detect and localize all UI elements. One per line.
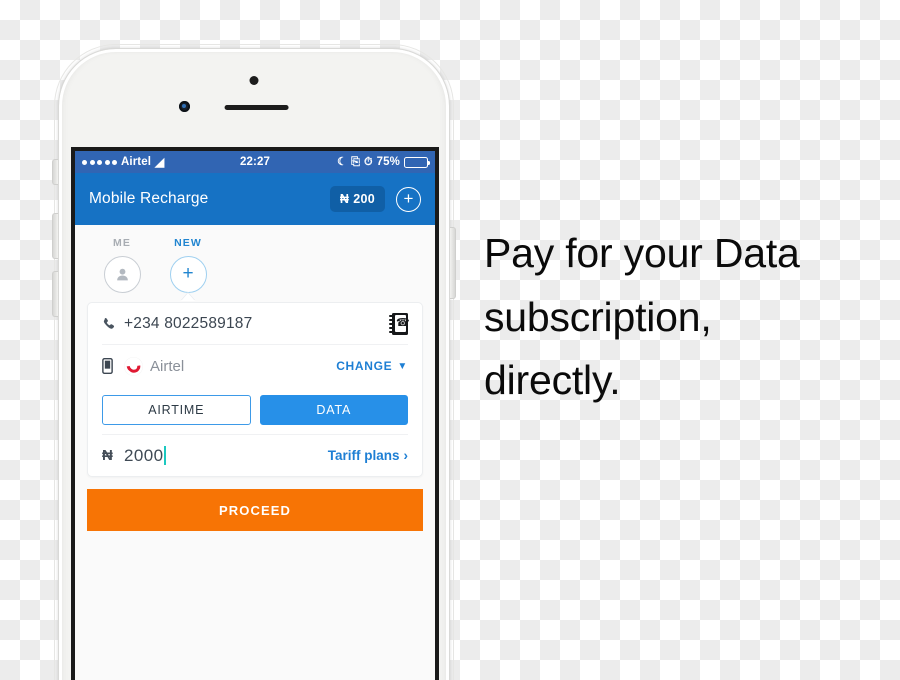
tab-new-label: NEW xyxy=(174,237,202,249)
battery-icon xyxy=(404,156,431,168)
change-network-button[interactable]: CHANGE ▼ xyxy=(336,359,408,373)
power-button[interactable] xyxy=(450,227,456,299)
amount-input-value: 2000 xyxy=(124,445,164,465)
marketing-headline: Pay for your Data subscription, directly… xyxy=(484,222,884,413)
network-row[interactable]: Airtel CHANGE ▼ xyxy=(102,345,408,387)
network-name-value: Airtel xyxy=(150,357,185,375)
headline-line-3: directly. xyxy=(484,357,621,404)
airtel-swirl-shape xyxy=(124,356,143,376)
person-icon xyxy=(103,256,141,293)
segment-airtime[interactable]: AIRTIME xyxy=(102,395,251,425)
airtel-logo-icon xyxy=(124,356,143,376)
app-header-actions: ₦ 200 + xyxy=(329,186,421,212)
address-book-rings xyxy=(389,314,395,333)
phone-number-row[interactable]: +234 8022589187 ☎ xyxy=(102,303,410,345)
amount-input[interactable]: 2000 xyxy=(124,445,167,466)
app-body: ME NEW + +234 8022589187 ☎ Airtel CHANGE… xyxy=(75,225,435,531)
phone-handset-icon xyxy=(102,317,124,331)
front-camera-icon xyxy=(179,101,190,112)
sim-phone-icon xyxy=(102,358,124,374)
app-header-bar: Mobile Recharge ₦ 200 + xyxy=(75,173,435,225)
carrier-name: Airtel xyxy=(121,156,151,168)
tariff-plans-label: Tariff plans xyxy=(327,448,400,463)
volume-down-button[interactable] xyxy=(52,271,58,317)
address-book-icon[interactable]: ☎ xyxy=(389,312,410,335)
recipient-tabs: ME NEW + xyxy=(84,225,426,301)
proceed-button[interactable]: PROCEED xyxy=(87,489,423,531)
tab-me-label: ME xyxy=(113,237,131,249)
chevron-right-icon: › xyxy=(403,448,409,463)
change-network-label: CHANGE xyxy=(336,359,393,373)
mute-switch-button[interactable] xyxy=(52,159,58,185)
signal-strength-icon xyxy=(82,159,117,165)
rotation-lock-icon: ⎘ xyxy=(351,155,360,168)
status-bar-right: ☾ ⎘ ⏱ 75% xyxy=(337,155,431,168)
wallet-balance-badge[interactable]: ₦ 200 xyxy=(329,186,385,212)
ios-status-bar: Airtel ◢ 22:27 ☾ ⎘ ⏱ 75% xyxy=(75,151,435,173)
balance-amount: 200 xyxy=(353,192,375,206)
iphone-device-mockup: Airtel ◢ 22:27 ☾ ⎘ ⏱ 75% Mobile Recharge xyxy=(52,44,456,680)
headline-line-2: subscription, xyxy=(484,293,712,340)
tab-me[interactable]: ME xyxy=(96,237,148,293)
proximity-sensor-icon xyxy=(249,76,259,85)
phone-screen: Airtel ◢ 22:27 ☾ ⎘ ⏱ 75% Mobile Recharge xyxy=(71,147,439,680)
phone-number-value: +234 8022589187 xyxy=(124,314,253,332)
product-type-segmented-control: AIRTIME DATA xyxy=(102,387,408,434)
status-bar-left: Airtel ◢ xyxy=(82,156,164,168)
naira-currency-icon: ₦ xyxy=(102,447,113,464)
screenshot-canvas: Airtel ◢ 22:27 ☾ ⎘ ⏱ 75% Mobile Recharge xyxy=(0,0,900,680)
battery-percent-label: 75% xyxy=(376,156,400,168)
earpiece-speaker-grille xyxy=(224,105,289,110)
add-funds-button[interactable]: + xyxy=(396,186,421,212)
tab-active-pointer xyxy=(181,293,195,301)
alarm-clock-icon: ⏱ xyxy=(363,155,373,168)
plus-icon: + xyxy=(403,188,414,208)
recharge-form-card: +234 8022589187 ☎ Airtel CHANGE ▼ AIRTIM… xyxy=(87,302,423,477)
tariff-plans-link[interactable]: Tariff plans › xyxy=(328,448,408,463)
moon-icon: ☾ xyxy=(337,155,348,168)
page-title: Mobile Recharge xyxy=(89,190,209,207)
balance-currency-symbol: ₦ xyxy=(339,192,350,206)
chevron-down-icon: ▼ xyxy=(397,360,408,372)
tab-new[interactable]: NEW + xyxy=(162,237,214,301)
text-cursor xyxy=(164,445,167,465)
amount-row[interactable]: ₦ 2000 Tariff plans › xyxy=(102,434,408,476)
wifi-icon: ◢ xyxy=(155,155,165,169)
plus-icon: + xyxy=(169,256,207,293)
segment-data[interactable]: DATA xyxy=(259,395,408,425)
address-book-handset-glyph: ☎ xyxy=(396,316,410,329)
volume-up-button[interactable] xyxy=(52,213,58,259)
headline-line-1: Pay for your Data xyxy=(484,230,800,276)
